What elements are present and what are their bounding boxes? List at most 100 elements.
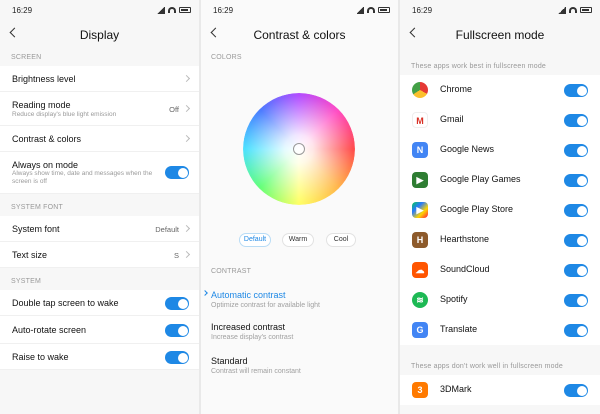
spotify-icon: ≋: [412, 292, 428, 308]
option-label: Automatic contrast: [211, 290, 286, 300]
wifi-icon: [367, 7, 375, 13]
option-label: Increased contrast: [211, 322, 286, 332]
google-play-games-toggle[interactable]: [564, 174, 588, 187]
chevron-right-icon: [182, 250, 191, 259]
app-row-3dmark[interactable]: 3 3DMark: [400, 375, 600, 405]
signal-icon: [558, 6, 566, 14]
wifi-icon: [168, 7, 176, 13]
standard-contrast-option[interactable]: Standard Contrast will remain constant: [201, 353, 398, 385]
hearthstone-toggle[interactable]: [564, 234, 588, 247]
automatic-contrast-option[interactable]: Automatic contrast Optimize contrast for…: [201, 287, 398, 319]
status-time: 16:29: [12, 6, 33, 15]
contrast-colors-item[interactable]: Contrast & colors: [0, 126, 199, 152]
section-header-system-font: SYSTEM FONT: [11, 204, 63, 211]
status-bar: 16:29: [0, 0, 199, 20]
app-row-chrome[interactable]: Chrome: [400, 75, 600, 105]
increased-contrast-option[interactable]: Increased contrast Increase display's co…: [201, 319, 398, 351]
status-icons: [157, 6, 191, 14]
app-label: Google Play Store: [440, 204, 514, 214]
item-label: System font: [12, 224, 60, 234]
section-header-not-well: These apps don't work well in fullscreen…: [411, 363, 563, 370]
option-subtitle: Optimize contrast for available light: [211, 302, 320, 309]
text-size-item[interactable]: Text size S: [0, 242, 199, 268]
item-label: Auto-rotate screen: [12, 325, 87, 335]
raise-to-wake-toggle[interactable]: [165, 351, 189, 364]
app-label: Translate: [440, 324, 478, 334]
app-row-google-play-games[interactable]: ▶ Google Play Games: [400, 165, 600, 195]
selected-chevron-icon: [202, 290, 208, 296]
spotify-toggle[interactable]: [564, 294, 588, 307]
google-news-toggle[interactable]: [564, 144, 588, 157]
google-play-store-toggle[interactable]: [564, 204, 588, 217]
double-tap-toggle[interactable]: [165, 297, 189, 310]
item-label: Text size: [12, 250, 48, 260]
item-label: Contrast & colors: [12, 134, 82, 144]
item-label: Reading mode: [12, 100, 71, 110]
item-subtitle: Always show time, date and messages when…: [12, 170, 153, 185]
page-title: Fullscreen mode: [455, 28, 545, 42]
item-subtitle: Reduce display's blue light emission: [12, 111, 117, 118]
section-header-screen: SCREEN: [11, 54, 42, 61]
always-on-toggle[interactable]: [165, 166, 189, 179]
hearthstone-icon: H: [412, 232, 428, 248]
fullscreen-mode-screen: 16:29 Fullscreen mode These apps work be…: [400, 0, 600, 414]
status-time: 16:29: [213, 6, 234, 15]
title-bar: Contrast & colors: [201, 20, 398, 50]
battery-icon: [179, 7, 191, 13]
app-row-google-play-store[interactable]: ▶ Google Play Store: [400, 195, 600, 225]
auto-rotate-toggle[interactable]: [165, 324, 189, 337]
app-label: Gmail: [440, 114, 464, 124]
gmail-toggle[interactable]: [564, 114, 588, 127]
reading-mode-item[interactable]: Reading mode Reduce display's blue light…: [0, 92, 199, 126]
gmail-icon: M: [412, 112, 428, 128]
app-label: Chrome: [440, 84, 473, 94]
app-row-translate[interactable]: G Translate: [400, 315, 600, 345]
signal-icon: [157, 6, 165, 14]
auto-rotate-item[interactable]: Auto-rotate screen: [0, 316, 199, 344]
section-header-system: SYSTEM: [11, 278, 41, 285]
app-row-gmail[interactable]: M Gmail: [400, 105, 600, 135]
item-label: Brightness level: [12, 74, 76, 84]
app-label: Google Play Games: [440, 174, 521, 184]
app-row-google-news[interactable]: N Google News: [400, 135, 600, 165]
chevron-right-icon: [182, 104, 191, 113]
chrome-icon: [412, 82, 428, 98]
3dmark-toggle[interactable]: [564, 384, 588, 397]
preset-warm-button[interactable]: Warm: [282, 233, 314, 247]
color-wheel-handle[interactable]: [293, 143, 305, 155]
raise-to-wake-item[interactable]: Raise to wake: [0, 344, 199, 370]
display-screen: 16:29 Display SCREEN Brightness level Re…: [0, 0, 199, 414]
preset-cool-button[interactable]: Cool: [326, 233, 356, 247]
item-label: Always on mode: [12, 160, 79, 170]
app-row-spotify[interactable]: ≋ Spotify: [400, 285, 600, 315]
battery-icon: [580, 7, 592, 13]
app-row-hearthstone[interactable]: H Hearthstone: [400, 225, 600, 255]
system-font-item[interactable]: System font Default: [0, 216, 199, 242]
brightness-level-item[interactable]: Brightness level: [0, 66, 199, 92]
3dmark-icon: 3: [412, 382, 428, 398]
chrome-toggle[interactable]: [564, 84, 588, 97]
app-label: Hearthstone: [440, 234, 490, 244]
option-label: Standard: [211, 356, 248, 366]
title-bar: Fullscreen mode: [400, 20, 600, 50]
app-row-soundcloud[interactable]: ☁ SoundCloud: [400, 255, 600, 285]
translate-toggle[interactable]: [564, 324, 588, 337]
preset-default-button[interactable]: Default: [239, 233, 271, 247]
status-bar: 16:29: [400, 0, 600, 20]
status-bar: 16:29: [201, 0, 398, 20]
app-label: Google News: [440, 144, 495, 154]
always-on-mode-item[interactable]: Always on mode Always show time, date an…: [0, 152, 199, 194]
translate-icon: G: [412, 322, 428, 338]
section-header-works-best: These apps work best in fullscreen mode: [411, 63, 547, 70]
system-font-value: Default: [155, 225, 179, 234]
wifi-icon: [569, 7, 577, 13]
section-header-colors: COLORS: [211, 54, 242, 61]
item-label: Double tap screen to wake: [12, 298, 119, 308]
contrast-colors-screen: 16:29 Contrast & colors COLORS Default W…: [201, 0, 398, 414]
option-subtitle: Increase display's contrast: [211, 334, 294, 341]
app-label: Spotify: [440, 294, 468, 304]
soundcloud-toggle[interactable]: [564, 264, 588, 277]
double-tap-wake-item[interactable]: Double tap screen to wake: [0, 290, 199, 316]
section-header-contrast: CONTRAST: [211, 268, 252, 275]
color-wheel[interactable]: [243, 93, 355, 205]
